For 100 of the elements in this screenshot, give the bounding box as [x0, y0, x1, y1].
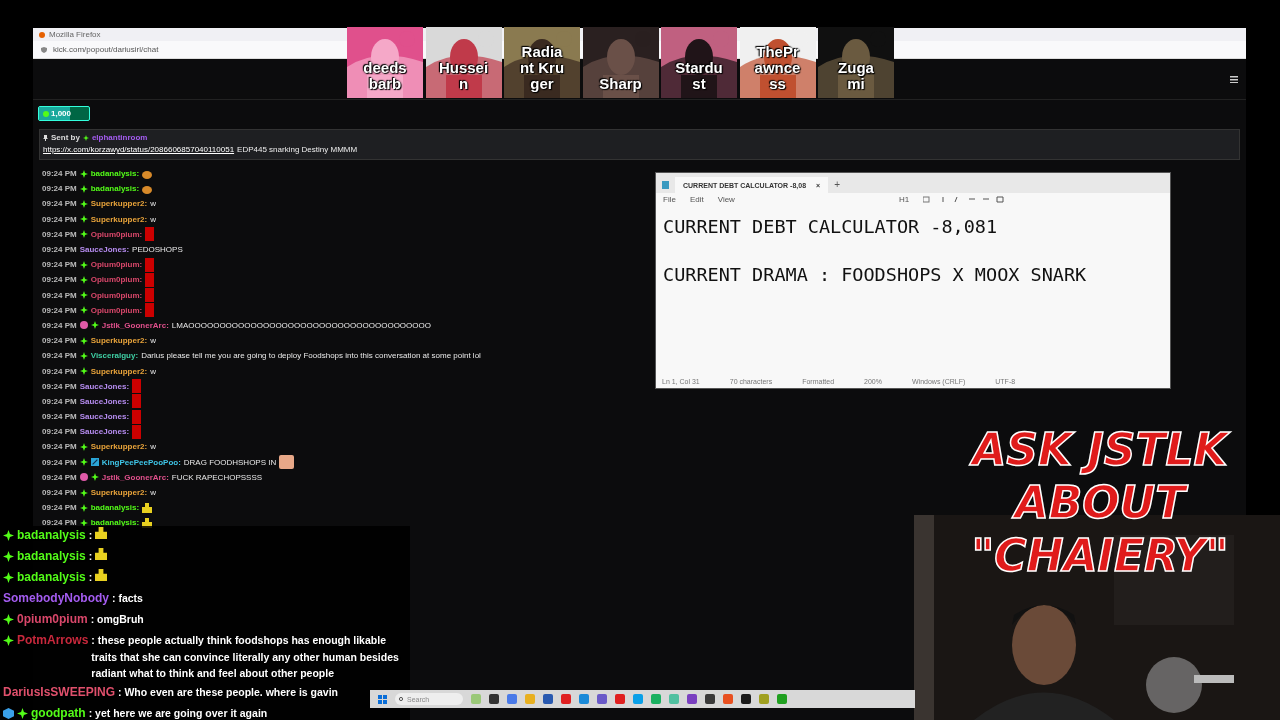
chat-message: w [150, 336, 156, 346]
chat-username[interactable]: Opium0pium: [90, 290, 143, 300]
message-time: 09:24 PM [42, 275, 77, 285]
chat-username[interactable]: Superkupper2: [90, 442, 148, 452]
message-time: 09:24 PM [42, 351, 77, 361]
menu-icon[interactable] [1230, 75, 1238, 83]
chat-username[interactable]: SauceJones: [79, 427, 130, 437]
chat-username[interactable]: badanalysis: [90, 518, 140, 528]
subscriber-badge-icon [79, 473, 88, 482]
chat-username[interactable]: KingPeePeePooPoo: [101, 457, 181, 467]
participant-name: Stardu st [675, 60, 723, 92]
document-line: CURRENT DEBT CALCULATOR -8,081 [663, 216, 999, 239]
block-emote-icon [132, 379, 142, 394]
duck-emote-icon [95, 548, 108, 560]
message-time: 09:24 PM [42, 199, 77, 209]
chat-username[interactable]: SauceJones: [79, 396, 130, 406]
chat-message: w [150, 199, 156, 209]
message-time: 09:24 PM [42, 320, 77, 330]
message-time: 09:24 PM [42, 184, 77, 194]
pumpkin-emote-icon [142, 168, 153, 179]
chat-username[interactable]: Superkupper2: [90, 214, 148, 224]
notepad-icon [662, 181, 669, 189]
sparkle-badge-icon [17, 707, 28, 719]
message-time: 09:24 PM [42, 488, 77, 498]
sparkle-badge-icon [3, 551, 14, 562]
chat-message: w [150, 488, 156, 498]
block-emote-icon [145, 272, 155, 287]
overlay-message: : facts [112, 591, 143, 606]
block-emote-icon [132, 394, 142, 409]
overlay-message: : yet here we are going over it again [88, 705, 268, 720]
duck-emote-icon [95, 527, 108, 539]
document-line: CURRENT DRAMA : FOODSHOPS X MOOX SNARK [663, 264, 1088, 287]
overlay-username: DariusIsSWEEPING [3, 683, 116, 700]
block-emote-icon [145, 257, 155, 272]
chat-username[interactable]: SauceJones: [79, 412, 130, 422]
chat-username[interactable]: Opium0pium: [90, 260, 143, 270]
message-time: 09:24 PM [42, 366, 77, 376]
pinned-link[interactable]: https://x.com/korzawyd/status/2086606857040110051 [43, 145, 235, 154]
shield-icon [41, 46, 47, 53]
overlay-username: SomebodyNobody [3, 590, 109, 607]
windows-logo-icon[interactable] [378, 694, 387, 704]
duck-emote-icon [95, 569, 108, 581]
menu-item[interactable]: View [717, 195, 735, 204]
sent-by-label: Sent by [51, 133, 80, 142]
chat-username[interactable]: Visceralguy: [90, 351, 139, 361]
chat-message: DRAG FOODHSHOPS IN [183, 457, 277, 467]
overlay-message: : omgBruh [90, 612, 144, 627]
overlay-message: : [88, 570, 93, 585]
chat-username[interactable]: SauceJones: [79, 381, 130, 391]
chat-username[interactable]: Superkupper2: [90, 336, 148, 346]
chat-username[interactable]: Opium0pium: [90, 229, 143, 239]
message-time: 09:24 PM [42, 290, 77, 300]
overlay-username: PotmArrows [17, 632, 89, 649]
overlay-username: goodpath [31, 704, 86, 720]
message-time: 09:24 PM [42, 427, 77, 437]
subscriber-badge-icon [79, 321, 88, 330]
sword-badge-icon [90, 458, 99, 467]
chat-username[interactable]: Superkupper2: [90, 199, 148, 209]
message-time: 09:24 PM [42, 229, 77, 239]
chat-username[interactable]: Opium0pium: [90, 275, 143, 285]
participant-name: Zuga mi [838, 60, 874, 92]
chat-username[interactable]: Superkupper2: [90, 366, 148, 376]
menu-item[interactable]: File [663, 195, 676, 204]
message-time: 09:24 PM [42, 442, 77, 452]
sparkle-badge-icon [3, 572, 14, 583]
participant-name: Sharp [599, 76, 642, 92]
participant-name: deeds barb [363, 60, 407, 92]
message-time: 09:24 PM [42, 503, 77, 513]
face-emote-icon [279, 455, 295, 470]
coin-icon [43, 110, 49, 117]
chat-message: w [150, 366, 156, 376]
chat-username[interactable]: Opium0pium: [90, 305, 143, 315]
chat-username[interactable]: badanalysis: [90, 184, 140, 194]
overlay-message: : [88, 549, 93, 564]
message-time: 09:24 PM [42, 412, 77, 422]
overlay-username: badanalysis [17, 548, 86, 565]
chat-username[interactable]: Superkupper2: [90, 488, 148, 498]
pinned-text: EDP445 snarking Destiny MMMM [237, 145, 358, 154]
message-time: 09:24 PM [42, 336, 77, 346]
url-text[interactable]: kick.com/popout/dariusirl/chat [53, 45, 159, 54]
chat-username[interactable]: Jstlk_GoonerArc: [101, 472, 169, 482]
chat-message: PEDOSHOPS [132, 245, 183, 255]
chat-username[interactable]: Jstlk_GoonerArc: [101, 320, 169, 330]
message-time: 09:24 PM [42, 518, 77, 528]
chat-username[interactable]: badanalysis: [90, 169, 140, 179]
heading-dropdown[interactable]: H1 [898, 195, 910, 204]
block-emote-icon [145, 303, 155, 318]
message-time: 09:24 PM [42, 245, 77, 255]
block-emote-icon [145, 227, 155, 242]
pinned-username: elphantinroom [91, 133, 148, 142]
overlay-username: badanalysis [17, 569, 86, 586]
new-tab-icon[interactable]: + [834, 179, 840, 190]
chat-username[interactable]: SauceJones: [79, 245, 130, 255]
participant-name: Radia nt Kru ger [519, 44, 565, 92]
block-emote-icon [132, 409, 142, 424]
chat-username[interactable]: badanalysis: [90, 503, 140, 513]
browser-logo-icon [39, 31, 45, 38]
menu-item[interactable]: Edit [689, 195, 704, 204]
message-time: 09:24 PM [42, 381, 77, 391]
banner-text: ASK JSTLK ABOUT "CHAIERY" [968, 423, 1231, 582]
